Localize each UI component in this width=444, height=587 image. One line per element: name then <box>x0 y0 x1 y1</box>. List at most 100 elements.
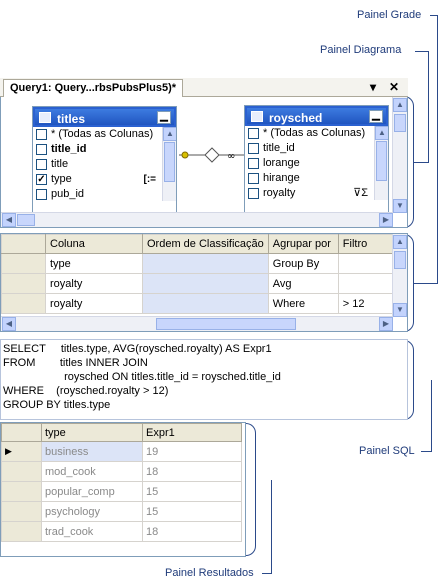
scroll-right-icon[interactable]: ▶ <box>379 317 393 331</box>
checkbox[interactable] <box>248 188 259 199</box>
grid-cell[interactable]: royalty <box>45 293 143 314</box>
grid-horizontal-scrollbar[interactable]: ◀ ▶ <box>1 316 393 331</box>
grid-cell[interactable] <box>142 273 269 294</box>
column-row-hirange[interactable]: hirange <box>245 171 388 186</box>
scroll-up-icon[interactable]: ▲ <box>393 98 407 112</box>
grid-cell[interactable]: > 12 <box>337 293 399 314</box>
results-cell[interactable]: trad_cook <box>41 521 143 542</box>
grid-header-cell[interactable]: Ordem de Classificação <box>142 234 269 254</box>
grid-cell[interactable]: Where <box>267 293 339 314</box>
scroll-thumb[interactable] <box>394 251 406 269</box>
grid-row[interactable]: royalty Where > 12 <box>1 293 399 314</box>
scroll-thumb[interactable] <box>394 114 406 132</box>
grid-header-cell[interactable]: Agrupar por <box>267 234 339 254</box>
diagram-vertical-scrollbar[interactable]: ▲ ▼ <box>392 97 407 213</box>
grid-cell[interactable] <box>337 273 399 294</box>
results-pane[interactable]: type Expr1 ▶ business 19 mod_cook 18 pop… <box>0 422 246 557</box>
minimize-icon[interactable]: ▁ <box>369 110 383 123</box>
results-cell[interactable]: business <box>41 441 143 462</box>
diagram-horizontal-scrollbar[interactable]: ◀ ▶ <box>1 212 393 227</box>
results-cell[interactable]: mod_cook <box>41 461 143 482</box>
grid-pane[interactable]: Coluna Ordem de Classificação Agrupar po… <box>0 233 408 332</box>
scroll-thumb[interactable] <box>17 214 35 226</box>
results-row[interactable]: mod_cook 18 <box>1 461 242 482</box>
criteria-grid[interactable]: Coluna Ordem de Classificação Agrupar po… <box>1 234 399 314</box>
results-header-cell[interactable]: type <box>41 423 143 442</box>
grid-header-cell[interactable]: Filtro <box>337 234 399 254</box>
grid-header-cell[interactable]: Coluna <box>45 234 143 254</box>
grid-cell[interactable]: royalty <box>45 273 143 294</box>
checkbox[interactable] <box>248 143 259 154</box>
grid-row[interactable]: type Group By <box>1 253 399 274</box>
checkbox[interactable] <box>248 158 259 169</box>
tab-dropdown-icon[interactable]: ▾ <box>370 80 376 94</box>
scroll-left-icon[interactable]: ◀ <box>2 317 16 331</box>
tab-close-icon[interactable]: ✕ <box>389 80 399 94</box>
scroll-up-icon[interactable]: ▲ <box>375 126 388 140</box>
row-header[interactable] <box>1 521 42 542</box>
grid-cell[interactable]: type <box>45 253 143 274</box>
table-box-titles[interactable]: titles ▁ * (Todas as Colunas) title_id t… <box>32 106 177 224</box>
results-cell[interactable]: popular_comp <box>41 481 143 502</box>
grid-cell[interactable]: Avg <box>267 273 339 294</box>
column-row-royalty[interactable]: royalty ⊽Σ <box>245 186 388 200</box>
diagram-pane[interactable]: titles ▁ * (Todas as Colunas) title_id t… <box>0 97 408 228</box>
results-row[interactable]: psychology 15 <box>1 501 242 522</box>
grid-cell[interactable] <box>337 253 399 274</box>
grid-cell[interactable]: Group By <box>267 253 339 274</box>
results-header-cell[interactable]: Expr1 <box>142 423 242 442</box>
table-scrollbar[interactable]: ▲ <box>374 126 388 200</box>
column-row-all[interactable]: * (Todas as Colunas) <box>33 127 176 142</box>
checkbox[interactable] <box>36 189 47 200</box>
scroll-down-icon[interactable]: ▼ <box>393 199 407 213</box>
table-box-titles-header[interactable]: titles ▁ <box>33 107 176 127</box>
scroll-down-icon[interactable]: ▼ <box>393 303 407 317</box>
checkbox[interactable] <box>36 144 47 155</box>
scroll-thumb[interactable] <box>376 141 387 181</box>
column-row-title-id[interactable]: title_id <box>33 142 176 157</box>
results-row[interactable]: trad_cook 18 <box>1 521 242 542</box>
row-header[interactable] <box>1 461 42 482</box>
scroll-left-icon[interactable]: ◀ <box>2 213 16 227</box>
row-header[interactable] <box>1 501 42 522</box>
results-cell[interactable]: 18 <box>142 461 242 482</box>
results-cell[interactable]: 15 <box>142 501 242 522</box>
row-header[interactable] <box>1 481 42 502</box>
column-row-all[interactable]: * (Todas as Colunas) <box>245 126 388 141</box>
grid-row[interactable]: royalty Avg <box>1 273 399 294</box>
column-row-title-id[interactable]: title_id <box>245 141 388 156</box>
sql-text[interactable]: SELECT titles.type, AVG(roysched.royalty… <box>1 340 407 414</box>
grid-cell[interactable] <box>142 293 269 314</box>
results-grid[interactable]: type Expr1 ▶ business 19 mod_cook 18 pop… <box>1 423 242 542</box>
results-cell[interactable]: 18 <box>142 521 242 542</box>
checkbox-checked[interactable]: ✓ <box>36 174 47 185</box>
results-cell[interactable]: psychology <box>41 501 143 522</box>
results-cell[interactable]: 19 <box>142 441 242 462</box>
results-cell[interactable]: 15 <box>142 481 242 502</box>
scroll-up-icon[interactable]: ▲ <box>393 235 407 249</box>
tab-query1[interactable]: Query1: Query...rbsPubsPlus5)* <box>3 79 184 97</box>
table-box-roysched-header[interactable]: roysched ▁ <box>245 106 388 126</box>
results-row[interactable]: popular_comp 15 <box>1 481 242 502</box>
scroll-thumb[interactable] <box>156 318 296 330</box>
current-row-icon[interactable]: ▶ <box>1 441 42 462</box>
row-header[interactable] <box>1 253 46 274</box>
sql-pane[interactable]: SELECT titles.type, AVG(roysched.royalty… <box>0 339 408 420</box>
table-box-roysched[interactable]: roysched ▁ * (Todas as Colunas) title_id… <box>244 105 389 223</box>
scroll-right-icon[interactable]: ▶ <box>379 213 393 227</box>
scroll-up-icon[interactable]: ▲ <box>163 127 176 141</box>
table-scrollbar[interactable]: ▲ <box>162 127 176 201</box>
join-line[interactable]: ∞ <box>177 145 247 165</box>
row-header[interactable] <box>1 273 46 294</box>
column-row-pub-id[interactable]: pub_id <box>33 187 176 201</box>
column-row-title[interactable]: title <box>33 157 176 172</box>
checkbox[interactable] <box>248 128 259 139</box>
grid-vertical-scrollbar[interactable]: ▲ ▼ <box>392 234 407 317</box>
checkbox[interactable] <box>248 173 259 184</box>
results-row[interactable]: ▶ business 19 <box>1 441 242 462</box>
checkbox[interactable] <box>36 129 47 140</box>
column-row-lorange[interactable]: lorange <box>245 156 388 171</box>
row-header[interactable] <box>1 293 46 314</box>
minimize-icon[interactable]: ▁ <box>157 111 171 124</box>
grid-cell[interactable] <box>142 253 269 274</box>
